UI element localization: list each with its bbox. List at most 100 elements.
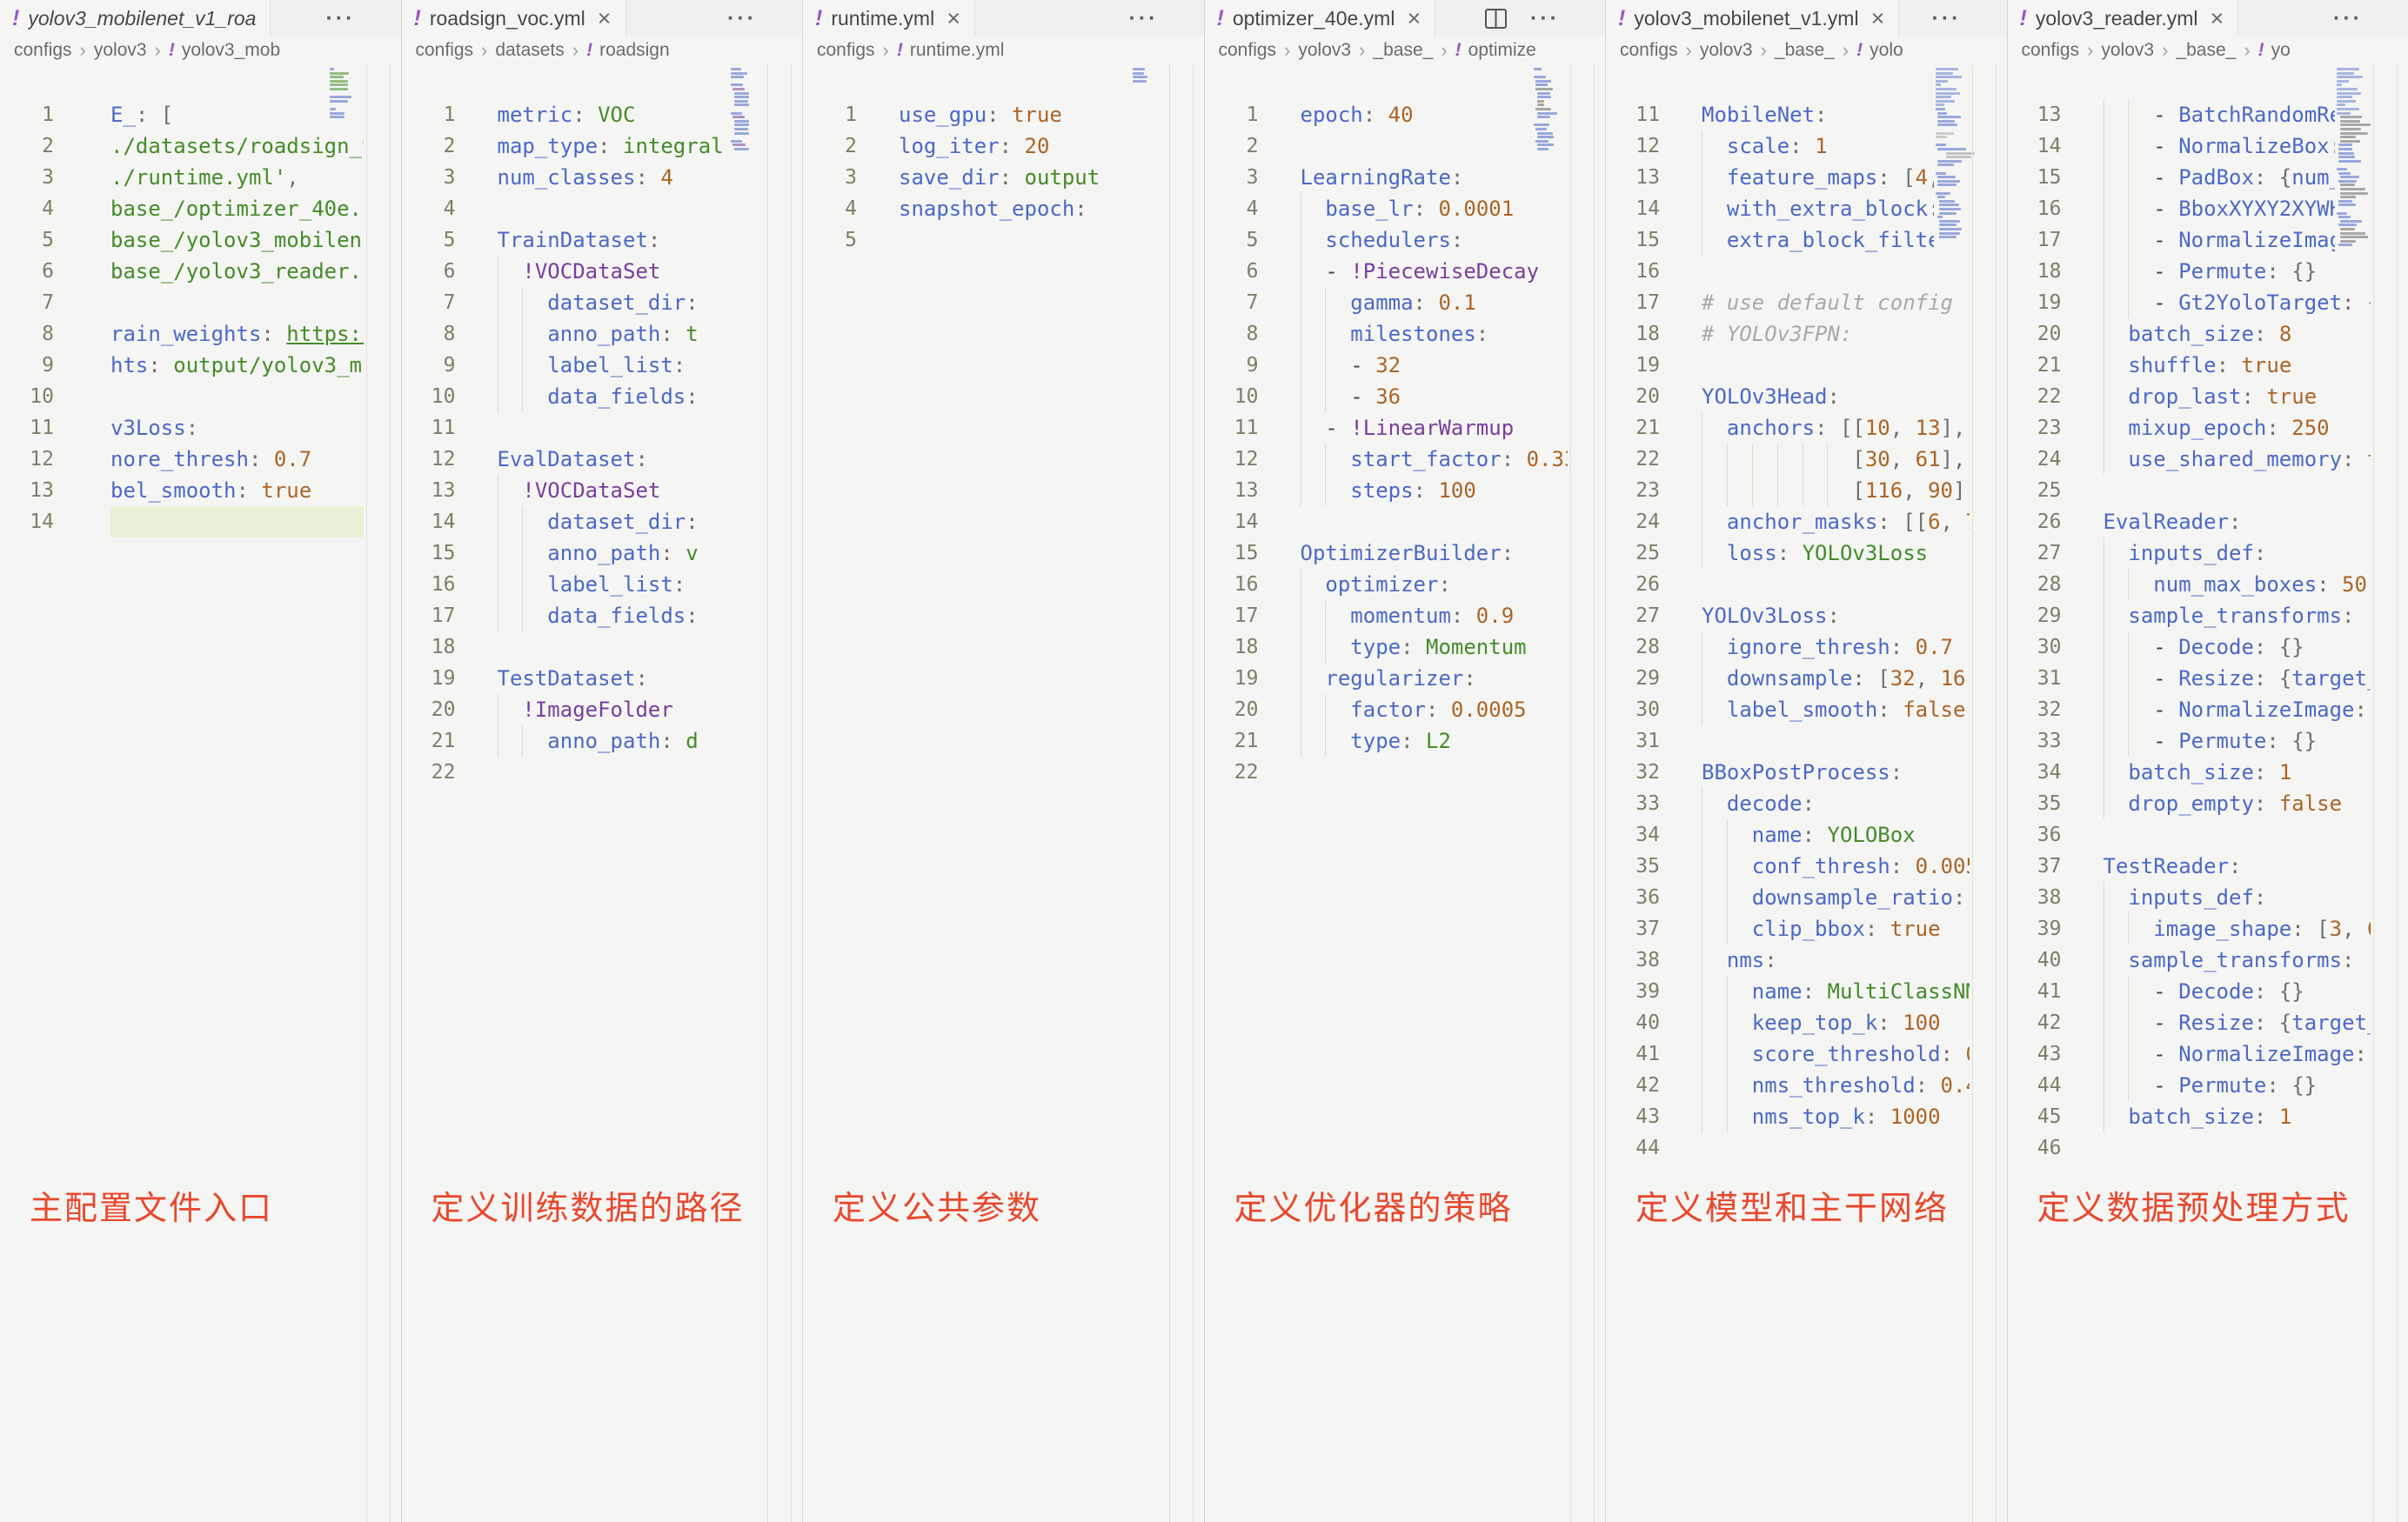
code-line: 45 batch_size: 1	[2008, 1101, 2371, 1132]
breadcrumb-item[interactable]: configs	[817, 40, 875, 61]
tab-bar: !optimizer_40e.yml× ···	[1205, 0, 1606, 37]
code-area[interactable]: 1E_: [2./datasets/roadsign_v3./runtime.y…	[0, 99, 364, 537]
indent-guide	[1325, 725, 1326, 757]
more-actions-icon[interactable]: ···	[2333, 6, 2363, 31]
breadcrumb-item[interactable]: _base_	[1775, 40, 1835, 61]
token: :	[1764, 948, 1776, 972]
indent	[2104, 322, 2129, 346]
line-number: 30	[2008, 631, 2062, 663]
line-number: 15	[1606, 224, 1660, 256]
more-actions-icon[interactable]: ···	[1932, 6, 1962, 31]
code-text: num_classes: 4	[456, 162, 766, 193]
more-actions-icon[interactable]: ···	[1129, 6, 1159, 31]
token: ,	[1941, 510, 1966, 534]
code-text: nms_top_k: 1000	[1660, 1101, 1970, 1132]
tab-runtime.yml[interactable]: !runtime.yml×	[803, 0, 975, 37]
more-actions-icon[interactable]: ···	[1530, 6, 1560, 31]
code-text: BBoxPostProcess:	[1660, 757, 1970, 788]
breadcrumb-item[interactable]: _base_	[1373, 40, 1433, 61]
indent	[1301, 416, 1326, 440]
breadcrumb-file[interactable]: optimize	[1468, 40, 1536, 61]
minimap-line	[2338, 224, 2357, 226]
token: :	[1890, 854, 1916, 878]
minimap[interactable]	[1934, 68, 1970, 248]
more-actions-icon[interactable]: ···	[326, 6, 356, 31]
scrollbar[interactable]	[366, 64, 391, 1522]
tab-yolov3_mobilenet_v1.yml[interactable]: !yolov3_mobilenet_v1.yml×	[1606, 0, 1899, 37]
indent	[1702, 635, 1727, 659]
close-icon[interactable]: ×	[1871, 5, 1885, 32]
breadcrumb-item[interactable]: configs	[416, 40, 474, 61]
indent-guide	[1325, 600, 1326, 631]
code-area[interactable]: 1metric: VOC2map_type: integral3num_clas…	[402, 99, 766, 788]
breadcrumb-file[interactable]: yolov3_mob	[182, 40, 280, 61]
token: : {	[2355, 698, 2371, 722]
minimap[interactable]	[729, 68, 765, 160]
tab-yolov3_mobilenet_v1_roa[interactable]: !yolov3_mobilenet_v1_roa	[0, 0, 271, 37]
code-area[interactable]: 1epoch: 4023LearningRate:4 base_lr: 0.00…	[1205, 99, 1569, 788]
code-line: 17# use default config	[1606, 287, 1970, 318]
close-icon[interactable]: ×	[946, 5, 960, 32]
token: 100	[1438, 478, 1475, 503]
code-line: 38 nms:	[1606, 945, 1970, 976]
token: 0.7	[274, 447, 311, 471]
breadcrumb-file[interactable]: yo	[2271, 40, 2291, 61]
tab-optimizer_40e.yml[interactable]: !optimizer_40e.yml×	[1205, 0, 1436, 37]
breadcrumb-item[interactable]: yolov3	[1298, 40, 1351, 61]
token: :	[1451, 228, 1463, 252]
line-number: 12	[0, 444, 54, 475]
token: : {}	[2266, 259, 2317, 284]
minimap[interactable]	[1131, 68, 1167, 91]
code-line: 41 - Decode: {}	[2008, 976, 2371, 1007]
code-line: 43 nms_top_k: 1000	[1606, 1101, 1970, 1132]
code-text: OptimizerBuilder:	[1259, 537, 1569, 569]
close-icon[interactable]: ×	[598, 5, 612, 32]
token: :	[660, 541, 686, 565]
line-number: 6	[0, 256, 54, 287]
token: VOC	[598, 103, 635, 127]
more-actions-icon[interactable]: ···	[727, 6, 757, 31]
scrollbar[interactable]	[1972, 64, 1997, 1522]
breadcrumb-item[interactable]: configs	[1620, 40, 1678, 61]
code-line: 14 dataset_dir:	[402, 506, 766, 537]
close-icon[interactable]: ×	[2210, 5, 2224, 32]
token: 32	[1375, 353, 1401, 377]
breadcrumb-item[interactable]: configs	[2022, 40, 2080, 61]
scrollbar[interactable]	[1169, 64, 1194, 1522]
minimap[interactable]	[328, 68, 364, 128]
breadcrumb-file[interactable]: yolo	[1870, 40, 1903, 61]
code-line: 15 extra_block_filters:	[1606, 224, 1970, 256]
token: Permute	[2178, 259, 2266, 284]
breadcrumb-item[interactable]: _base_	[2176, 40, 2236, 61]
scrollbar[interactable]	[2373, 64, 2398, 1522]
code-area[interactable]: 1use_gpu: true2log_iter: 203save_dir: ou…	[803, 99, 1167, 256]
code-area[interactable]: 11MobileNet:12 scale: 113 feature_maps: …	[1606, 99, 1970, 1164]
close-icon[interactable]: ×	[1407, 5, 1421, 32]
tab-yolov3_reader.yml[interactable]: !yolov3_reader.yml×	[2008, 0, 2239, 37]
code-line: 44	[1606, 1132, 1970, 1164]
breadcrumb-item[interactable]: yolov3	[1700, 40, 1753, 61]
token: -	[2153, 1042, 2178, 1066]
breadcrumb-item[interactable]: configs	[1219, 40, 1277, 61]
split-editor-icon[interactable]	[1484, 7, 1508, 30]
token: :	[686, 510, 698, 534]
tab-roadsign_voc.yml[interactable]: !roadsign_voc.yml×	[402, 0, 626, 37]
token: 13	[1916, 416, 1941, 440]
code-area[interactable]: 13 - BatchRandomResize:14 - NormalizeBox…	[2008, 99, 2371, 1164]
breadcrumb-item[interactable]: yolov3	[94, 40, 147, 61]
breadcrumb-item[interactable]: configs	[14, 40, 72, 61]
breadcrumb-item[interactable]: yolov3	[2101, 40, 2154, 61]
minimap-line	[330, 116, 344, 118]
code-text: image_shape: [3, 608	[2062, 913, 2371, 945]
breadcrumb-file[interactable]: runtime.yml	[910, 40, 1005, 61]
code-text: nms:	[1660, 945, 1970, 976]
code-line: 8 anno_path: t	[402, 318, 766, 350]
minimap[interactable]	[1532, 68, 1568, 160]
indent-guide	[1727, 444, 1728, 475]
breadcrumb-item[interactable]: datasets	[495, 40, 564, 61]
code-text	[1259, 506, 1569, 537]
breadcrumb-file[interactable]: roadsign	[599, 40, 670, 61]
scrollbar[interactable]	[1570, 64, 1595, 1522]
scrollbar[interactable]	[767, 64, 792, 1522]
minimap[interactable]	[2335, 68, 2371, 256]
